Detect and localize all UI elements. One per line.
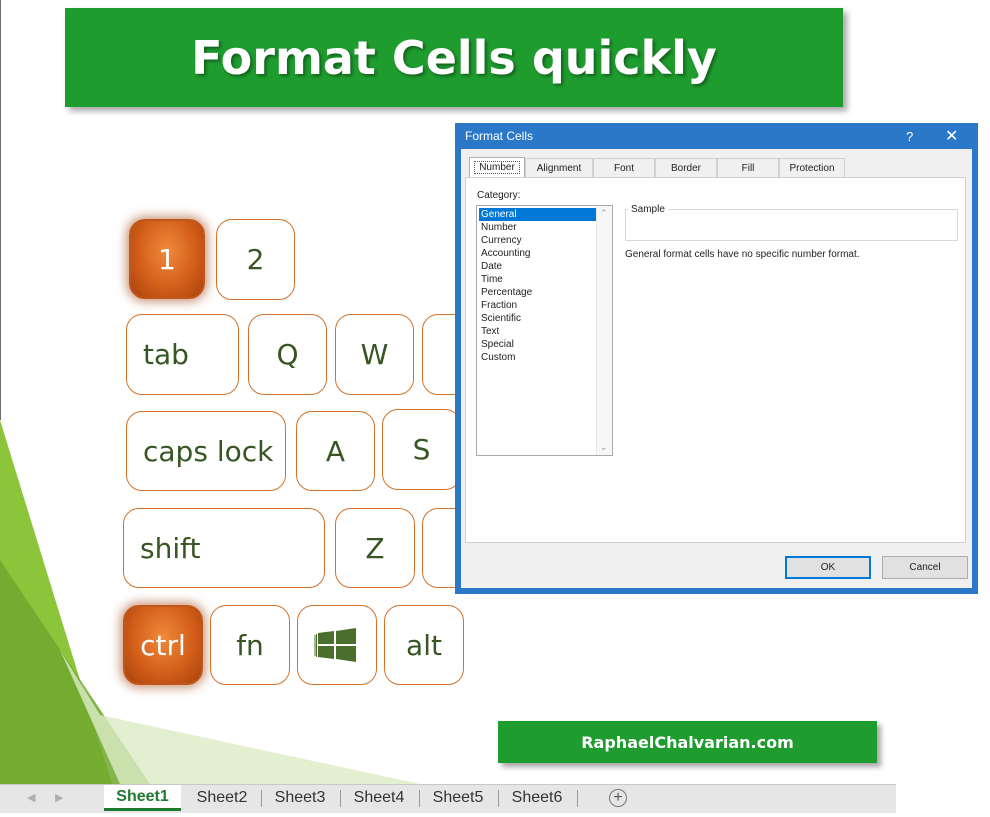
category-item-accounting[interactable]: Accounting — [479, 247, 597, 260]
key-ctrl[interactable]: ctrl — [123, 605, 203, 685]
category-item-custom[interactable]: Custom — [479, 351, 597, 364]
tab-font[interactable]: Font — [593, 158, 655, 177]
cancel-button[interactable]: Cancel — [882, 556, 968, 579]
category-scrollbar[interactable]: ⌃ ⌄ — [596, 206, 612, 455]
website-banner: RaphaelChalvarian.com — [498, 721, 877, 763]
tab-number[interactable]: Number — [469, 157, 525, 177]
category-list[interactable]: General Number Currency Accounting Date … — [476, 205, 613, 456]
sample-box — [625, 209, 958, 241]
sample-label: Sample — [628, 204, 668, 215]
key-a[interactable]: A — [296, 411, 375, 491]
category-item-fraction[interactable]: Fraction — [479, 299, 597, 312]
page-title: Format Cells quickly — [191, 30, 717, 85]
sheet-tab-5[interactable]: Sheet5 — [420, 785, 496, 811]
category-item-date[interactable]: Date — [479, 260, 597, 273]
tab-protection[interactable]: Protection — [779, 158, 845, 177]
key-1[interactable]: 1 — [129, 219, 205, 299]
key-w[interactable]: W — [335, 314, 414, 395]
dialog-body: Number Alignment Font Border Fill Protec… — [461, 149, 972, 588]
sheet-tab-6[interactable]: Sheet6 — [499, 785, 575, 811]
sheet-tab-2[interactable]: Sheet2 — [184, 785, 260, 811]
windows-icon — [314, 628, 356, 662]
format-cells-dialog: Format Cells ? ✕ Number Alignment Font B… — [455, 123, 978, 594]
website-text: RaphaelChalvarian.com — [581, 732, 794, 752]
sheet-tabs-bar: ◀ ▶ Sheet1 Sheet2 Sheet3 Sheet4 Sheet5 S… — [0, 784, 896, 813]
key-2[interactable]: 2 — [216, 219, 295, 300]
dialog-title: Format Cells — [465, 129, 534, 143]
key-alt[interactable]: alt — [384, 605, 464, 685]
category-item-number[interactable]: Number — [479, 221, 597, 234]
key-s[interactable]: S — [382, 409, 461, 490]
sheet-tab-4[interactable]: Sheet4 — [341, 785, 417, 811]
category-label: Category: — [477, 190, 521, 201]
key-shift[interactable]: shift — [123, 508, 325, 588]
chevron-up-icon[interactable]: ⌃ — [600, 208, 608, 219]
category-item-text[interactable]: Text — [479, 325, 597, 338]
key-caps-lock[interactable]: caps lock — [126, 411, 286, 491]
number-tab-panel: Category: General Number Currency Accoun… — [465, 177, 966, 543]
category-item-currency[interactable]: Currency — [479, 234, 597, 247]
title-banner: Format Cells quickly — [65, 8, 843, 107]
category-item-general[interactable]: General — [479, 208, 597, 221]
sheet-tab-3[interactable]: Sheet3 — [262, 785, 338, 811]
close-icon[interactable]: ✕ — [945, 126, 958, 146]
category-item-scientific[interactable]: Scientific — [479, 312, 597, 325]
scroll-left-icon[interactable]: ◀ — [27, 791, 35, 804]
key-fn[interactable]: fn — [210, 605, 290, 685]
help-button[interactable]: ? — [906, 129, 913, 144]
key-windows[interactable] — [297, 605, 377, 685]
tab-fill[interactable]: Fill — [717, 158, 779, 177]
sheet-tab-1[interactable]: Sheet1 — [104, 785, 181, 811]
tab-separator — [577, 790, 578, 807]
category-item-percentage[interactable]: Percentage — [479, 286, 597, 299]
category-item-time[interactable]: Time — [479, 273, 597, 286]
scroll-right-icon[interactable]: ▶ — [55, 791, 63, 804]
chevron-down-icon[interactable]: ⌄ — [600, 442, 608, 453]
tab-border[interactable]: Border — [655, 158, 717, 177]
category-item-special[interactable]: Special — [479, 338, 597, 351]
key-q[interactable]: Q — [248, 314, 327, 395]
key-z[interactable]: Z — [335, 508, 415, 588]
format-description: General format cells have no specific nu… — [625, 249, 860, 260]
tab-alignment[interactable]: Alignment — [525, 158, 593, 177]
key-tab[interactable]: tab — [126, 314, 239, 395]
add-sheet-icon[interactable]: + — [609, 789, 627, 807]
ok-button[interactable]: OK — [785, 556, 871, 579]
